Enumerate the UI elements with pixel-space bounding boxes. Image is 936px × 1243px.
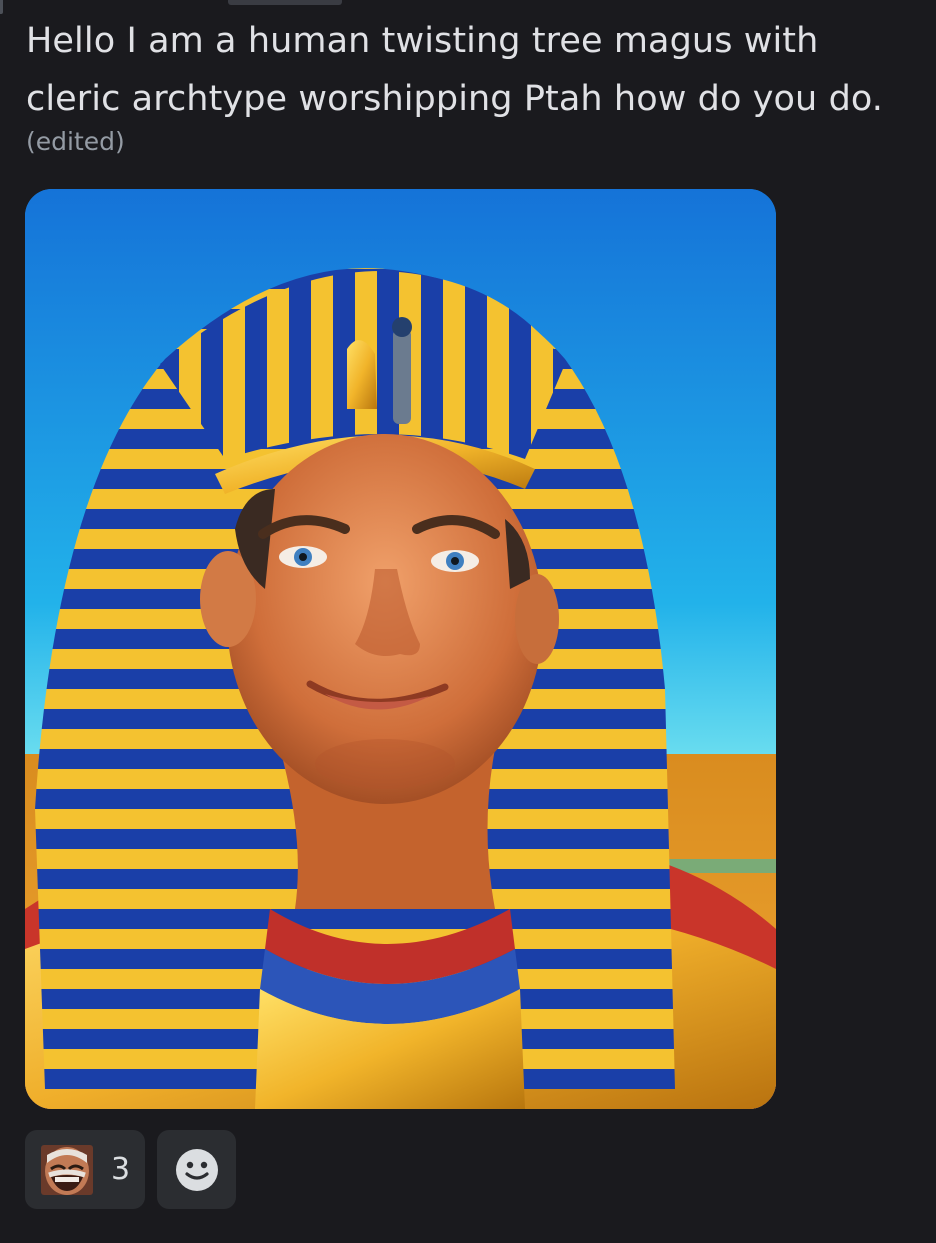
scroll-indicator [228, 0, 342, 5]
edited-label: (edited) [26, 127, 125, 156]
reaction-bar: 3 [25, 1130, 236, 1209]
smiley-add-reaction-icon [175, 1148, 218, 1191]
message-text-line-1: Hello I am a human twisting tree magus w… [26, 21, 819, 61]
pharaoh-portrait-image [25, 189, 776, 1109]
image-attachment[interactable] [25, 189, 776, 1109]
laughing-man-face-emoji-icon [41, 1144, 93, 1195]
reaction-pill[interactable]: 3 [25, 1130, 145, 1209]
message-content: Hello I am a human twisting tree magus w… [26, 12, 921, 162]
avatar-edge [0, 0, 3, 14]
add-reaction-button[interactable] [157, 1130, 236, 1209]
message-text-line-2: cleric archtype worshipping Ptah how do … [26, 79, 884, 119]
reaction-count: 3 [111, 1152, 131, 1187]
